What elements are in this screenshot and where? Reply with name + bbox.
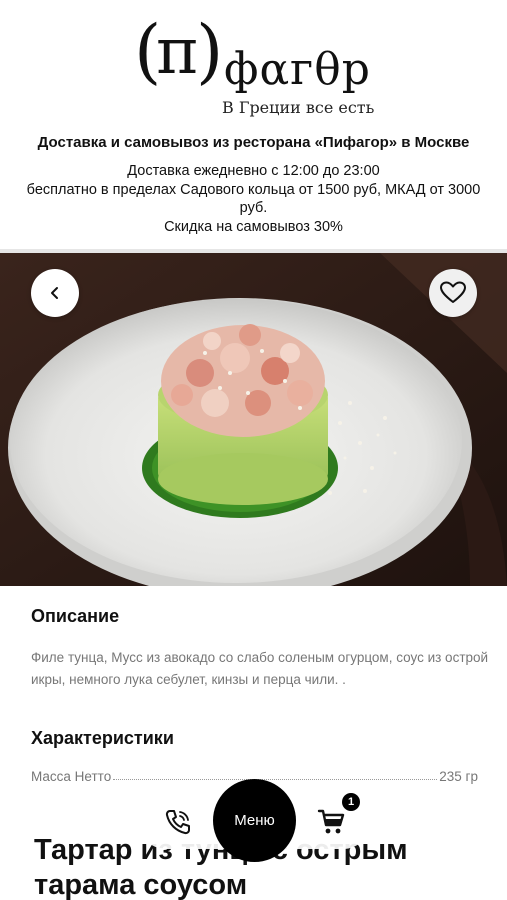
delivery-hours: Доставка ежедневно с 12:00 до 23:00 bbox=[127, 163, 380, 179]
cart-count-badge: 1 bbox=[342, 793, 360, 811]
logo-pi: π bbox=[156, 15, 199, 89]
pickup-discount: Скидка на самовывоз 30% bbox=[164, 218, 343, 235]
favorite-button[interactable] bbox=[429, 269, 477, 317]
delivery-free-conditions: бесплатно в пределах Садового кольца от … bbox=[26, 181, 481, 217]
phone-button[interactable] bbox=[160, 806, 196, 838]
phone-icon bbox=[165, 810, 190, 835]
delivery-info: Доставка ежедневно с 12:00 до 23:00 бесп… bbox=[14, 162, 493, 236]
delivery-title: Доставка и самовывоз из ресторана «Пифаг… bbox=[37, 134, 470, 151]
characteristics-title: Характеристики bbox=[31, 728, 174, 748]
heart-icon bbox=[440, 281, 466, 303]
back-button[interactable] bbox=[31, 269, 79, 317]
header: ( π ) фαгθр В Греции все есть Доставка и… bbox=[0, 0, 507, 253]
restaurant-logo[interactable]: ( π ) фαгθр bbox=[134, 10, 374, 106]
chevron-left-icon bbox=[51, 287, 58, 299]
characteristic-label: Масса Нетто bbox=[31, 769, 112, 784]
logo-paren-close: ) bbox=[196, 10, 224, 92]
cart-icon bbox=[317, 809, 345, 834]
leader-dots bbox=[113, 779, 438, 780]
description-text: Филе тунца, Мусс из авокадо со слабо сол… bbox=[31, 650, 489, 687]
cart-button[interactable] bbox=[314, 806, 348, 838]
description-title: Описание bbox=[31, 606, 120, 626]
menu-button[interactable]: Меню bbox=[213, 779, 296, 862]
tagline: В Греции все есть bbox=[222, 98, 375, 117]
characteristic-value: 235 гр bbox=[439, 769, 478, 784]
logo-word: фαгθр bbox=[224, 44, 371, 95]
